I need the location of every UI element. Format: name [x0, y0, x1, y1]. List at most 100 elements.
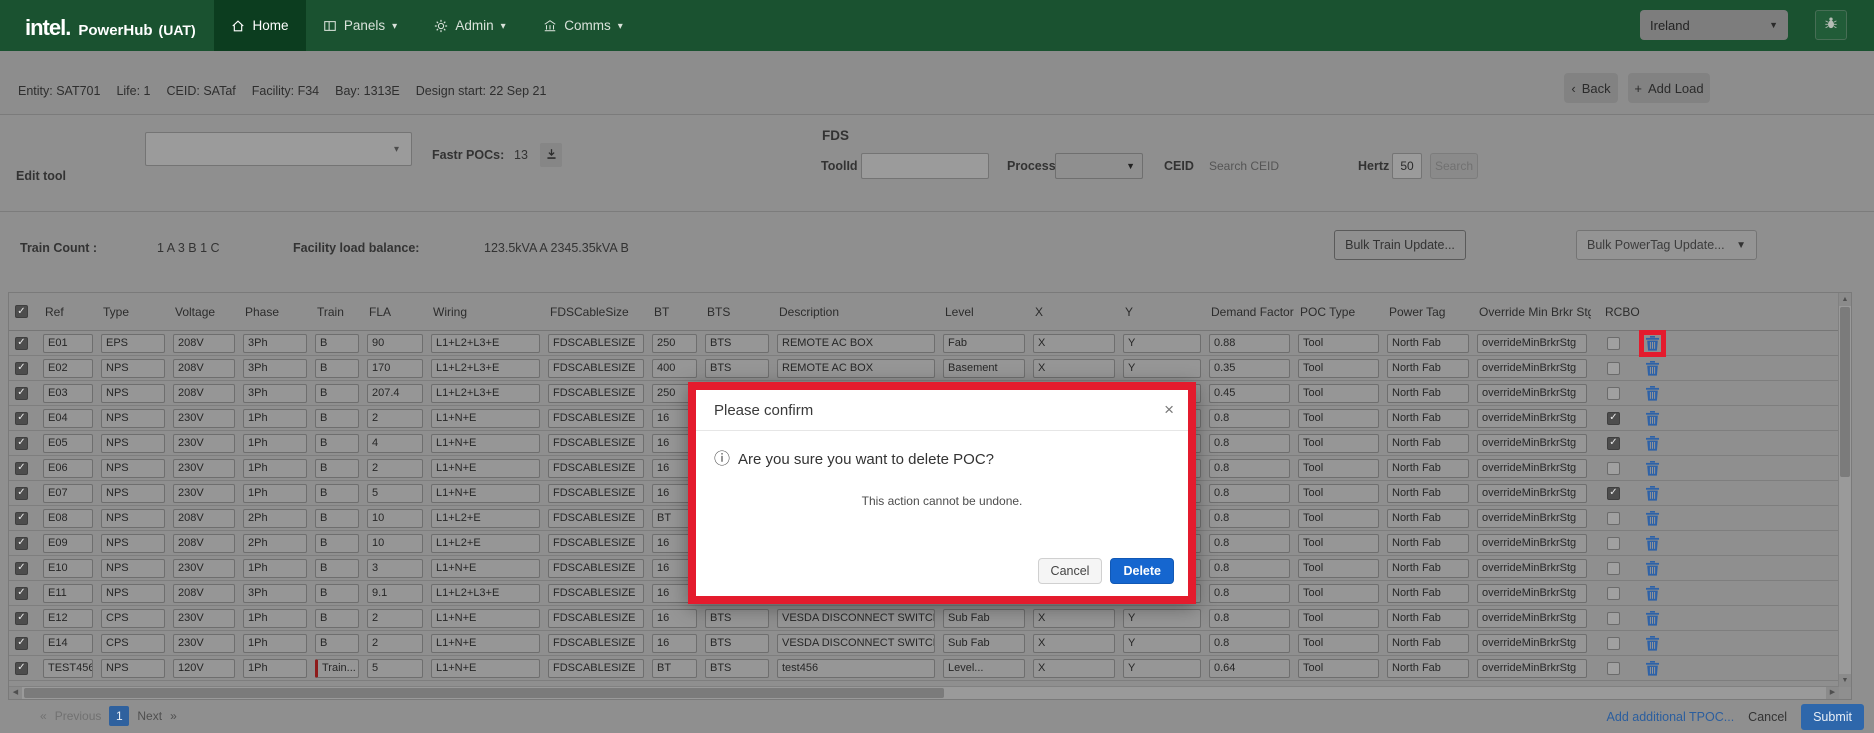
cell-input-fdscablesize[interactable]: FDSCABLESIZE	[548, 459, 644, 478]
cell-input-demand_factor[interactable]: 0.8	[1209, 484, 1290, 503]
row-select-checkbox[interactable]	[15, 512, 28, 525]
cell-input-wiring[interactable]: L1+N+E	[431, 459, 540, 478]
rcbo-checkbox[interactable]	[1607, 462, 1620, 475]
cell-input-ref[interactable]: E11	[43, 584, 93, 603]
cell-input-wiring[interactable]: L1+L2+L3+E	[431, 584, 540, 603]
cell-input-voltage[interactable]: 120V	[173, 659, 235, 678]
cell-input-wiring[interactable]: L1+N+E	[431, 634, 540, 653]
previous-page-button[interactable]: Previous	[55, 709, 102, 723]
scroll-up-arrow[interactable]: ▲	[1839, 293, 1851, 306]
scroll-left-arrow[interactable]: ◀	[9, 687, 22, 699]
cell-input-fdscablesize[interactable]: FDSCABLESIZE	[548, 409, 644, 428]
row-select-checkbox[interactable]	[15, 462, 28, 475]
cell-input-fla[interactable]: 2	[367, 459, 423, 478]
cell-input-fdscablesize[interactable]: FDSCABLESIZE	[548, 584, 644, 603]
nav-item-admin[interactable]: Admin ▾	[420, 0, 520, 51]
delete-poc-icon[interactable]	[1644, 435, 1661, 452]
cell-input-fla[interactable]: 4	[367, 434, 423, 453]
rcbo-checkbox[interactable]	[1607, 487, 1620, 500]
cell-input-fla[interactable]: 2	[367, 634, 423, 653]
download-pocs-button[interactable]	[540, 143, 562, 167]
cell-input-x[interactable]: X	[1033, 634, 1115, 653]
cell-input-phase[interactable]: 1Ph	[243, 409, 307, 428]
cell-input-demand_factor[interactable]: 0.45	[1209, 384, 1290, 403]
cell-input-fla[interactable]: 207.4	[367, 384, 423, 403]
cell-input-train[interactable]: B	[315, 634, 359, 653]
cell-input-demand_factor[interactable]: 0.88	[1209, 334, 1290, 353]
cell-input-demand_factor[interactable]: 0.8	[1209, 459, 1290, 478]
cell-input-train[interactable]: B	[315, 584, 359, 603]
cell-input-wiring[interactable]: L1+N+E	[431, 484, 540, 503]
cell-input-poc_type[interactable]: Tool	[1298, 609, 1379, 628]
cell-input-demand_factor[interactable]: 0.64	[1209, 659, 1290, 678]
select-all-checkbox[interactable]	[15, 305, 28, 318]
delete-poc-icon[interactable]	[1644, 510, 1661, 527]
cell-input-override[interactable]: overrideMinBrkrStg	[1477, 484, 1587, 503]
cell-input-fla[interactable]: 5	[367, 659, 423, 678]
cell-input-override[interactable]: overrideMinBrkrStg	[1477, 359, 1587, 378]
cell-input-x[interactable]: X	[1033, 659, 1115, 678]
add-load-button[interactable]: + Add Load	[1628, 73, 1710, 103]
cell-input-fla[interactable]: 2	[367, 409, 423, 428]
cell-input-bt[interactable]: 16	[652, 609, 697, 628]
cell-input-voltage[interactable]: 230V	[173, 609, 235, 628]
cell-input-demand_factor[interactable]: 0.8	[1209, 434, 1290, 453]
cell-input-type[interactable]: CPS	[101, 634, 165, 653]
delete-poc-icon[interactable]	[1644, 385, 1661, 402]
cell-input-wiring[interactable]: L1+L2+E	[431, 509, 540, 528]
cell-input-voltage[interactable]: 230V	[173, 559, 235, 578]
cell-input-power_tag[interactable]: North Fab	[1387, 359, 1469, 378]
next-page-icon[interactable]: »	[170, 709, 177, 723]
previous-page-icon[interactable]: «	[40, 709, 47, 723]
cell-input-bts[interactable]: BTS	[705, 659, 769, 678]
cell-input-override[interactable]: overrideMinBrkrStg	[1477, 459, 1587, 478]
cell-input-fdscablesize[interactable]: FDSCABLESIZE	[548, 559, 644, 578]
cell-input-fla[interactable]: 10	[367, 509, 423, 528]
cell-input-demand_factor[interactable]: 0.8	[1209, 634, 1290, 653]
rcbo-checkbox[interactable]	[1607, 412, 1620, 425]
delete-poc-icon[interactable]	[1644, 585, 1661, 602]
cell-input-type[interactable]: NPS	[101, 484, 165, 503]
bulk-powertag-update-select[interactable]: Bulk PowerTag Update... ▼	[1576, 230, 1757, 260]
cell-input-voltage[interactable]: 230V	[173, 409, 235, 428]
cell-input-override[interactable]: overrideMinBrkrStg	[1477, 534, 1587, 553]
cell-input-fla[interactable]: 10	[367, 534, 423, 553]
cell-input-ref[interactable]: E05	[43, 434, 93, 453]
delete-poc-icon[interactable]	[1644, 410, 1661, 427]
cell-input-wiring[interactable]: L1+L2+L3+E	[431, 359, 540, 378]
cell-input-power_tag[interactable]: North Fab	[1387, 609, 1469, 628]
cell-input-demand_factor[interactable]: 0.8	[1209, 559, 1290, 578]
cell-input-y[interactable]: Y	[1123, 659, 1201, 678]
row-select-checkbox[interactable]	[15, 337, 28, 350]
vertical-scrollbar-thumb[interactable]	[1840, 307, 1850, 477]
cell-input-y[interactable]: Y	[1123, 334, 1201, 353]
back-button[interactable]: ‹ Back	[1564, 73, 1618, 103]
cell-input-type[interactable]: NPS	[101, 534, 165, 553]
cell-input-fdscablesize[interactable]: FDSCABLESIZE	[548, 634, 644, 653]
cell-input-override[interactable]: overrideMinBrkrStg	[1477, 434, 1587, 453]
cell-input-phase[interactable]: 3Ph	[243, 359, 307, 378]
cell-input-poc_type[interactable]: Tool	[1298, 384, 1379, 403]
cell-input-wiring[interactable]: L1+N+E	[431, 409, 540, 428]
delete-poc-icon[interactable]	[1644, 610, 1661, 627]
cell-input-train[interactable]: B	[315, 459, 359, 478]
vertical-scrollbar[interactable]: ▲ ▼	[1838, 293, 1851, 687]
cell-input-fdscablesize[interactable]: FDSCABLESIZE	[548, 384, 644, 403]
rcbo-checkbox[interactable]	[1607, 337, 1620, 350]
cell-input-phase[interactable]: 2Ph	[243, 534, 307, 553]
cell-input-level[interactable]: Sub Fab	[943, 634, 1025, 653]
cell-input-demand_factor[interactable]: 0.8	[1209, 409, 1290, 428]
cell-input-bt[interactable]: 400	[652, 359, 697, 378]
cell-input-y[interactable]: Y	[1123, 609, 1201, 628]
scroll-down-arrow[interactable]: ▼	[1839, 674, 1851, 687]
cell-input-power_tag[interactable]: North Fab	[1387, 584, 1469, 603]
delete-poc-icon[interactable]	[1644, 360, 1661, 377]
cell-input-phase[interactable]: 1Ph	[243, 659, 307, 678]
cell-input-voltage[interactable]: 230V	[173, 484, 235, 503]
cell-input-voltage[interactable]: 230V	[173, 634, 235, 653]
footer-cancel-button[interactable]: Cancel	[1748, 710, 1787, 724]
cell-input-phase[interactable]: 1Ph	[243, 434, 307, 453]
row-select-checkbox[interactable]	[15, 587, 28, 600]
cell-input-ref[interactable]: E12	[43, 609, 93, 628]
cell-input-type[interactable]: NPS	[101, 559, 165, 578]
